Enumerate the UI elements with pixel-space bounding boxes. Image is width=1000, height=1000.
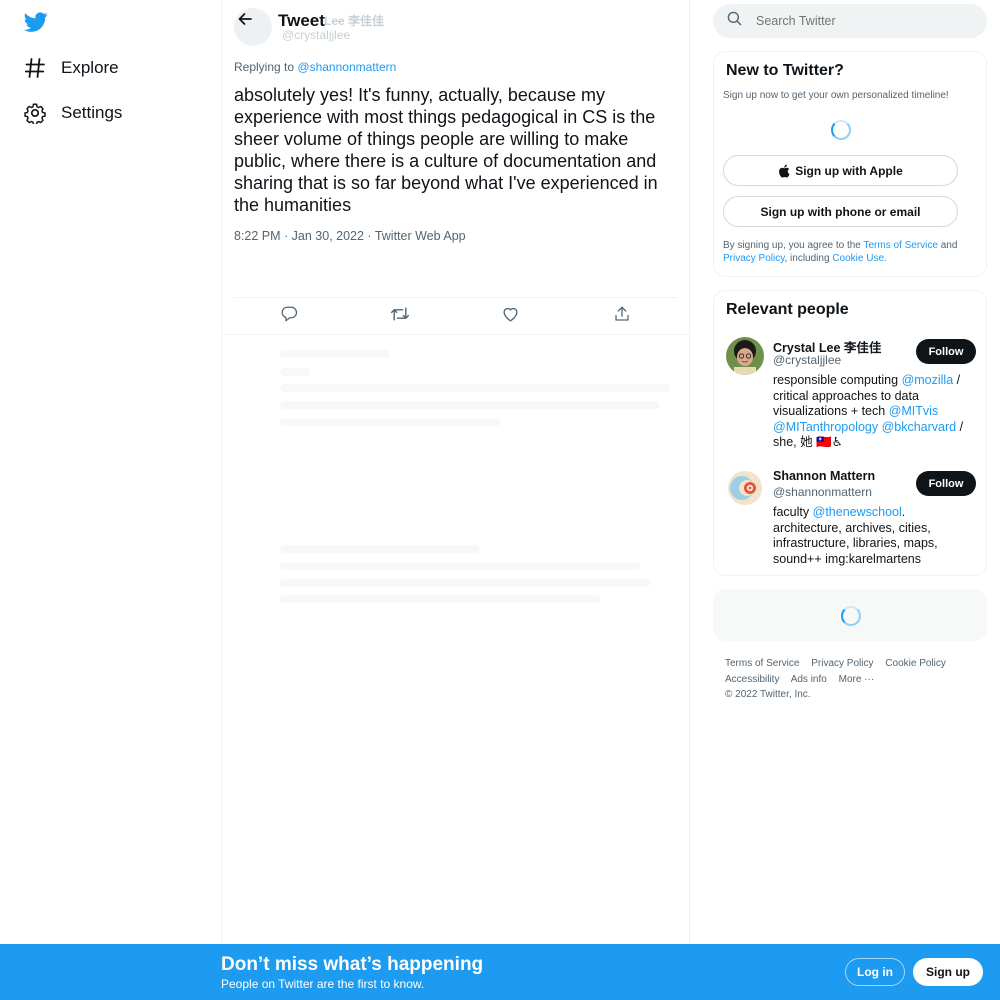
footer-privacy-link[interactable]: Privacy Policy: [811, 658, 873, 669]
trends-loading-card: [713, 589, 987, 641]
search-input[interactable]: [756, 14, 956, 28]
footer-cookie-link[interactable]: Cookie Policy: [885, 658, 946, 669]
replying-to: Replying to @shannonmattern: [234, 60, 396, 74]
search-icon: [727, 11, 742, 31]
bio-mention-link[interactable]: @bkcharvard: [882, 420, 957, 434]
placeholder-line: [280, 579, 650, 587]
heart-icon: [501, 305, 520, 329]
cookie-use-link[interactable]: Cookie Use.: [832, 253, 886, 264]
person-handle: @crystaljjlee: [773, 353, 842, 367]
loading-spinner-icon: [831, 120, 851, 140]
like-button[interactable]: [494, 300, 528, 334]
placeholder-line: [280, 368, 310, 376]
loading-spinner-icon: [841, 606, 861, 626]
gear-icon: [22, 100, 48, 126]
placeholder-line: [280, 350, 390, 358]
relevant-people-card: Relevant people Crystal Lee 李佳佳 @crystal…: [713, 290, 987, 576]
search-bar[interactable]: [713, 4, 987, 38]
signup-phone-button[interactable]: Sign up with phone or email: [723, 196, 958, 227]
footer-terms-link[interactable]: Terms of Service: [725, 658, 799, 669]
bio-mention-link[interactable]: @MITvis: [889, 404, 939, 418]
left-navigation: Explore Settings: [0, 0, 221, 1000]
placeholder-line: [280, 562, 640, 570]
login-button[interactable]: Log in: [845, 958, 905, 986]
replying-handle-link[interactable]: @shannonmattern: [297, 60, 396, 74]
person-bio: responsible computing @mozilla / critica…: [773, 373, 973, 451]
bio-text: responsible computing: [773, 373, 899, 387]
main-column: Lee 李佳佳 @crystaljjlee Tweet Replying to …: [221, 0, 690, 944]
bottom-bar-title: Don’t miss what’s happening: [221, 954, 484, 975]
footer-links: Terms of Service Privacy Policy Cookie P…: [725, 656, 985, 703]
page-title: Tweet: [278, 11, 325, 30]
bio-text: faculty: [773, 505, 810, 519]
tweet-header: Lee 李佳佳 @crystaljjlee Tweet: [222, 0, 689, 46]
divider: [222, 334, 689, 335]
retweet-icon: [390, 304, 410, 329]
replying-prefix: Replying to: [234, 60, 295, 74]
person-handle: @shannonmattern: [773, 485, 872, 499]
new-to-twitter-title: New to Twitter?: [726, 62, 844, 79]
avatar[interactable]: [726, 469, 764, 507]
hashtag-icon: [22, 55, 48, 81]
avatar[interactable]: [726, 337, 764, 375]
bottom-bar-subtitle: People on Twitter are the first to know.: [221, 977, 425, 991]
new-to-twitter-card: New to Twitter? Sign up now to get your …: [713, 51, 987, 277]
terms-prefix: By signing up, you agree to the: [723, 240, 861, 251]
signup-phone-label: Sign up with phone or email: [760, 204, 921, 219]
signup-button[interactable]: Sign up: [913, 958, 983, 986]
footer-copyright: © 2022 Twitter, Inc.: [725, 689, 811, 700]
placeholder-line: [280, 401, 660, 409]
tweet-meta: 8:22 PM · Jan 30, 2022 · Twitter Web App: [234, 229, 466, 243]
share-icon: [613, 305, 631, 328]
footer-accessibility-link[interactable]: Accessibility: [725, 674, 779, 685]
follow-button[interactable]: Follow: [916, 471, 976, 496]
placeholder-line: [280, 384, 670, 392]
tweet-actions: [234, 297, 677, 335]
signup-apple-label: Sign up with Apple: [795, 163, 903, 178]
faded-author-name: Lee 李佳佳: [324, 14, 385, 28]
bio-mention-link[interactable]: @thenewschool: [813, 505, 902, 519]
reply-button[interactable]: [272, 300, 306, 334]
bio-mention-link[interactable]: @mozilla: [902, 373, 954, 387]
person-name[interactable]: Shannon Mattern: [773, 469, 875, 483]
nav-settings-label: Settings: [61, 103, 123, 122]
placeholder-line: [280, 545, 480, 553]
placeholder-line: [280, 418, 500, 426]
footer-ads-link[interactable]: Ads info: [791, 674, 827, 685]
terms-including: , including: [784, 253, 830, 264]
reply-icon: [280, 305, 298, 328]
relevant-people-title: Relevant people: [726, 301, 849, 318]
person-bio: faculty @thenewschool. architecture, arc…: [773, 505, 973, 567]
follow-button[interactable]: Follow: [916, 339, 976, 364]
tweet-text: absolutely yes! It's funny, actually, be…: [234, 85, 658, 215]
arrow-left-icon: [237, 11, 253, 32]
nav-settings[interactable]: Settings: [22, 93, 122, 133]
apple-icon: [778, 164, 790, 178]
signup-apple-button[interactable]: Sign up with Apple: [723, 155, 958, 186]
retweet-button[interactable]: [383, 300, 417, 334]
new-to-twitter-subtitle: Sign up now to get your own personalized…: [723, 90, 949, 101]
twitter-logo-icon[interactable]: [23, 10, 48, 34]
terms-and: and: [940, 240, 958, 251]
share-button[interactable]: [605, 300, 639, 334]
placeholder-line: [280, 595, 600, 603]
privacy-policy-link[interactable]: Privacy Policy: [723, 253, 785, 264]
signup-terms: By signing up, you agree to the Terms of…: [723, 239, 973, 265]
back-button[interactable]: [232, 8, 258, 34]
bio-mention-link[interactable]: @MITanthropology: [773, 420, 878, 434]
footer-more-button[interactable]: More ···: [839, 674, 875, 685]
nav-explore[interactable]: Explore: [22, 48, 119, 88]
terms-of-service-link[interactable]: Terms of Service: [863, 240, 937, 251]
nav-explore-label: Explore: [61, 58, 119, 77]
